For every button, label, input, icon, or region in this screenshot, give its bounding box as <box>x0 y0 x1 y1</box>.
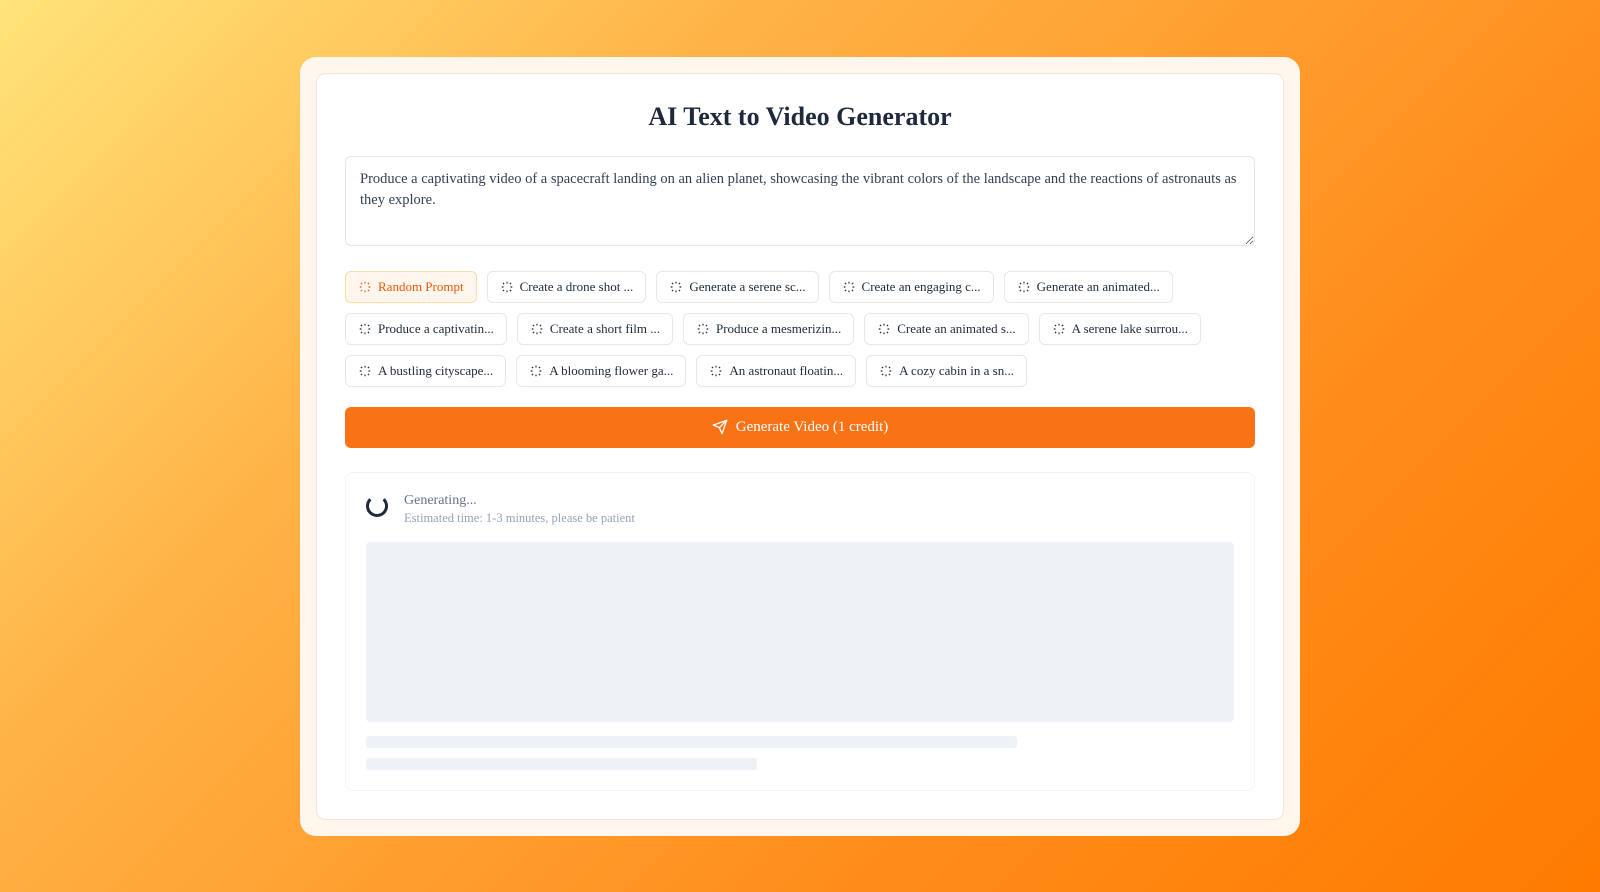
sparkle-icon <box>1052 322 1066 336</box>
sparkle-icon <box>709 364 723 378</box>
status-text: Generating... Estimated time: 1-3 minute… <box>404 493 635 526</box>
sparkle-icon <box>842 280 856 294</box>
app-panel: AI Text to Video Generator Random Prompt… <box>300 57 1300 836</box>
skeleton-line <box>366 736 1017 748</box>
generate-button-label: Generate Video (1 credit) <box>736 419 889 436</box>
status-card: Generating... Estimated time: 1-3 minute… <box>345 472 1255 791</box>
sparkle-icon <box>358 322 372 336</box>
chip-label: Generate a serene sc... <box>689 279 805 295</box>
suggestion-chip[interactable]: Generate an animated... <box>1004 271 1173 303</box>
suggestion-chip[interactable]: A bustling cityscape... <box>345 355 506 387</box>
send-icon <box>712 419 728 435</box>
suggestion-chip[interactable]: Create a short film ... <box>517 313 673 345</box>
sparkle-icon <box>500 280 514 294</box>
suggestion-chip[interactable]: Produce a mesmerizin... <box>683 313 854 345</box>
chip-label: A bustling cityscape... <box>378 363 493 379</box>
status-title: Generating... <box>404 493 635 509</box>
chip-label: An astronaut floatin... <box>729 363 843 379</box>
sparkle-icon <box>358 364 372 378</box>
chip-label: A cozy cabin in a sn... <box>899 363 1014 379</box>
sparkle-icon <box>529 364 543 378</box>
suggestion-chip[interactable]: A serene lake surrou... <box>1039 313 1201 345</box>
suggestion-chip[interactable]: A blooming flower ga... <box>516 355 686 387</box>
page-title: AI Text to Video Generator <box>345 102 1255 132</box>
sparkle-icon <box>669 280 683 294</box>
chip-label: Create a drone shot ... <box>520 279 634 295</box>
suggestion-chip[interactable]: Create an engaging c... <box>829 271 994 303</box>
sparkle-icon <box>696 322 710 336</box>
suggestion-chip[interactable]: Generate a serene sc... <box>656 271 818 303</box>
sparkle-icon <box>530 322 544 336</box>
suggestion-chips: Random Prompt Create a drone shot ... Ge… <box>345 271 1255 387</box>
sparkle-icon <box>879 364 893 378</box>
loading-spinner-icon <box>366 495 388 517</box>
suggestion-chip[interactable]: Produce a captivatin... <box>345 313 507 345</box>
random-prompt-button[interactable]: Random Prompt <box>345 271 477 303</box>
sparkle-icon <box>1017 280 1031 294</box>
sparkle-icon <box>358 280 372 294</box>
chip-label: Random Prompt <box>378 279 464 295</box>
generate-button[interactable]: Generate Video (1 credit) <box>345 407 1255 448</box>
chip-label: Generate an animated... <box>1037 279 1160 295</box>
status-subtitle: Estimated time: 1-3 minutes, please be p… <box>404 511 635 526</box>
suggestion-chip[interactable]: Create an animated s... <box>864 313 1028 345</box>
chip-label: A serene lake surrou... <box>1072 321 1188 337</box>
skeleton-preview <box>366 542 1234 722</box>
chip-label: A blooming flower ga... <box>549 363 673 379</box>
chip-label: Create an engaging c... <box>862 279 981 295</box>
sparkle-icon <box>877 322 891 336</box>
suggestion-chip[interactable]: A cozy cabin in a sn... <box>866 355 1027 387</box>
suggestion-chip[interactable]: Create a drone shot ... <box>487 271 647 303</box>
main-card: AI Text to Video Generator Random Prompt… <box>316 73 1284 820</box>
status-header: Generating... Estimated time: 1-3 minute… <box>366 493 1234 526</box>
skeleton-line <box>366 758 757 770</box>
chip-label: Produce a mesmerizin... <box>716 321 841 337</box>
chip-label: Create a short film ... <box>550 321 660 337</box>
suggestion-chip[interactable]: An astronaut floatin... <box>696 355 856 387</box>
chip-label: Produce a captivatin... <box>378 321 494 337</box>
prompt-input[interactable] <box>345 156 1255 246</box>
chip-label: Create an animated s... <box>897 321 1015 337</box>
